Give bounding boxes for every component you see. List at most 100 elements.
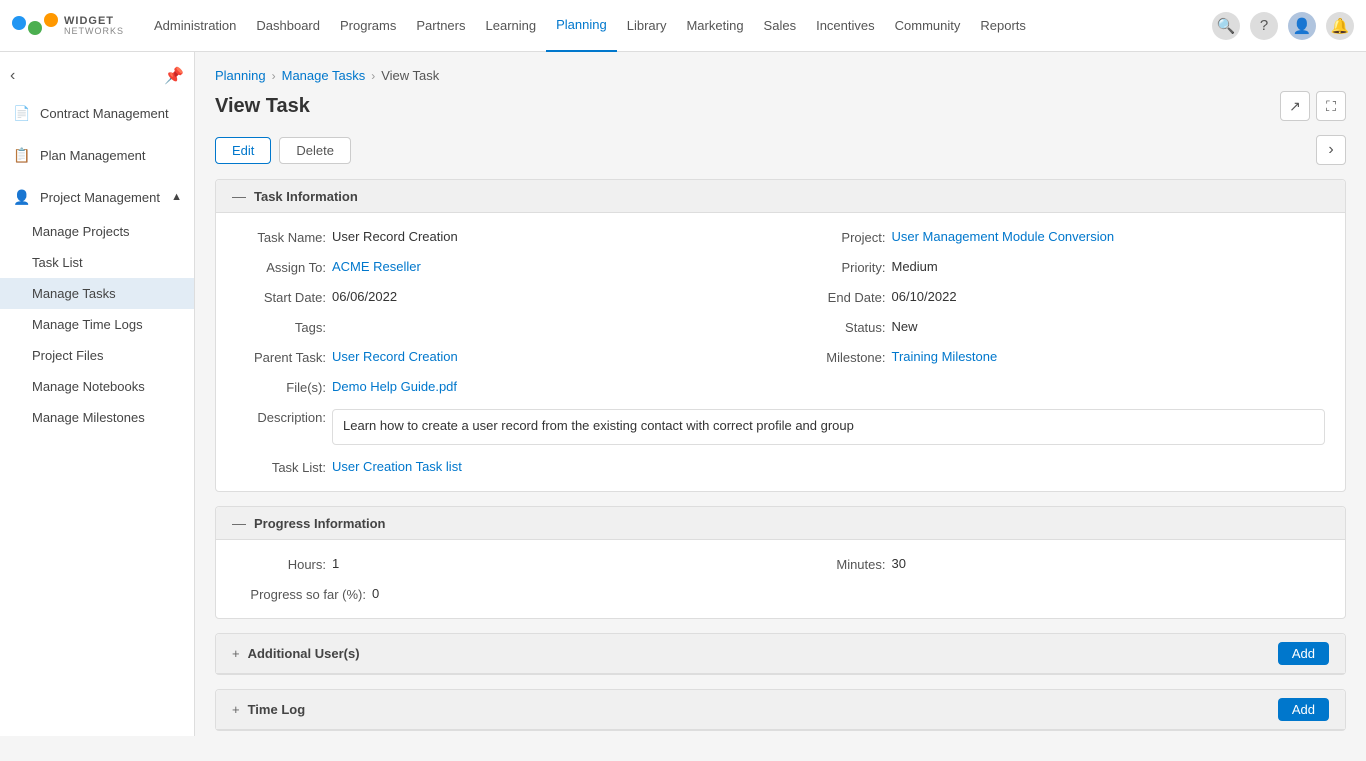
progress-info-title: Progress Information	[254, 516, 385, 531]
task-info-icon: —	[232, 188, 246, 204]
bell-icon[interactable]: 🔔	[1326, 12, 1354, 40]
tags-label: Tags:	[236, 319, 326, 335]
avatar[interactable]: 👤	[1288, 12, 1316, 40]
logo-circle-2	[28, 21, 42, 35]
nav-links: Administration Dashboard Programs Partne…	[144, 0, 1212, 52]
sidebar-item-contract-label: Contract Management	[40, 106, 169, 121]
logo-text-line1: WIDGET	[64, 15, 124, 27]
breadcrumb-manage-tasks[interactable]: Manage Tasks	[282, 68, 366, 83]
sidebar-item-manage-projects[interactable]: Manage Projects	[0, 216, 194, 247]
sidebar-item-manage-tasks[interactable]: Manage Tasks	[0, 278, 194, 309]
nav-library[interactable]: Library	[617, 0, 677, 52]
additional-users-title: Additional User(s)	[248, 646, 360, 661]
project-field: Project: User Management Module Conversi…	[796, 229, 1326, 245]
task-info-title: Task Information	[254, 189, 358, 204]
search-icon[interactable]: 🔍	[1212, 12, 1240, 40]
header-actions: ↗ ⛶	[1280, 91, 1346, 121]
parent-task-field: Parent Task: User Record Creation	[236, 349, 766, 365]
sidebar-top-actions: ‹ 📌	[0, 62, 194, 94]
sidebar-item-contract-management[interactable]: 📄 Contract Management	[0, 94, 194, 132]
files-value[interactable]: Demo Help Guide.pdf	[332, 379, 457, 394]
breadcrumb-sep-2: ›	[371, 69, 375, 83]
next-record-button[interactable]: ›	[1316, 135, 1346, 165]
external-link-button[interactable]: ↗	[1280, 91, 1310, 121]
task-list-value[interactable]: User Creation Task list	[332, 459, 462, 474]
action-bar: Edit Delete ›	[215, 135, 1346, 165]
nav-sales[interactable]: Sales	[754, 0, 807, 52]
nav-community[interactable]: Community	[885, 0, 971, 52]
description-label: Description:	[236, 409, 326, 425]
app-layout: ‹ 📌 📄 Contract Management 📋 Plan Managem…	[0, 52, 1366, 761]
assign-to-value[interactable]: ACME Reseller	[332, 259, 421, 274]
nav-partners[interactable]: Partners	[406, 0, 475, 52]
breadcrumb-planning[interactable]: Planning	[215, 68, 266, 83]
project-icon: 👤	[12, 187, 32, 207]
chevron-up-icon: ▲	[171, 191, 182, 203]
project-label: Project:	[796, 229, 886, 245]
task-name-label: Task Name:	[236, 229, 326, 245]
time-log-title: Time Log	[248, 702, 306, 717]
additional-users-card: + Additional User(s) Add	[215, 633, 1346, 675]
expand-button[interactable]: ⛶	[1316, 91, 1346, 121]
breadcrumb-view-task: View Task	[381, 68, 439, 83]
nav-planning[interactable]: Planning	[546, 0, 617, 52]
progress-field: Progress so far (%): 0	[236, 586, 766, 602]
project-value[interactable]: User Management Module Conversion	[892, 229, 1115, 244]
nav-incentives[interactable]: Incentives	[806, 0, 885, 52]
help-icon[interactable]: ?	[1250, 12, 1278, 40]
progress-info-card-header: — Progress Information	[216, 507, 1345, 540]
sidebar-section-project: 👤 Project Management ▲ Manage Projects T…	[0, 178, 194, 433]
task-name-field: Task Name: User Record Creation	[236, 229, 766, 245]
assign-to-field: Assign To: ACME Reseller	[236, 259, 766, 275]
start-date-value: 06/06/2022	[332, 289, 397, 304]
sidebar-item-plan-management[interactable]: 📋 Plan Management	[0, 136, 194, 174]
progress-value: 0	[372, 586, 379, 601]
edit-button[interactable]: Edit	[215, 137, 271, 164]
nav-marketing[interactable]: Marketing	[676, 0, 753, 52]
logo-circle-1	[12, 16, 26, 30]
additional-users-add-button[interactable]: Add	[1278, 642, 1329, 665]
time-log-header-left: + Time Log	[232, 702, 305, 717]
progress-info-card: — Progress Information Hours: 1 Minutes:…	[215, 506, 1346, 619]
page-title: View Task	[215, 95, 310, 118]
sidebar-project-management-header[interactable]: 👤 Project Management ▲	[0, 178, 194, 216]
nav-administration[interactable]: Administration	[144, 0, 246, 52]
nav-dashboard[interactable]: Dashboard	[246, 0, 330, 52]
parent-task-value[interactable]: User Record Creation	[332, 349, 458, 364]
nav-reports[interactable]: Reports	[970, 0, 1036, 52]
milestone-value[interactable]: Training Milestone	[892, 349, 998, 364]
sidebar-project-label: Project Management	[40, 190, 160, 205]
logo: WIDGET NETWORKS	[12, 15, 124, 37]
sidebar-item-task-list[interactable]: Task List	[0, 247, 194, 278]
nav-learning[interactable]: Learning	[476, 0, 547, 52]
sidebar-pin-button[interactable]: 📌	[164, 66, 184, 86]
end-date-label: End Date:	[796, 289, 886, 305]
time-log-header: + Time Log Add	[216, 690, 1345, 730]
progress-info-grid: Hours: 1 Minutes: 30 Progress so far (%)…	[216, 540, 1345, 618]
minutes-label: Minutes:	[796, 556, 886, 572]
additional-users-expand-icon: +	[232, 646, 240, 661]
priority-label: Priority:	[796, 259, 886, 275]
sidebar-item-project-files[interactable]: Project Files	[0, 340, 194, 371]
sidebar-project-subitems: Manage Projects Task List Manage Tasks M…	[0, 216, 194, 433]
sidebar-item-manage-time-logs[interactable]: Manage Time Logs	[0, 309, 194, 340]
end-date-field: End Date: 06/10/2022	[796, 289, 1326, 305]
sidebar-item-manage-milestones[interactable]: Manage Milestones	[0, 402, 194, 433]
left-sidebar: ‹ 📌 📄 Contract Management 📋 Plan Managem…	[0, 52, 195, 736]
delete-button[interactable]: Delete	[279, 137, 351, 164]
nav-programs[interactable]: Programs	[330, 0, 406, 52]
milestone-field: Milestone: Training Milestone	[796, 349, 1326, 365]
sidebar-item-manage-notebooks[interactable]: Manage Notebooks	[0, 371, 194, 402]
breadcrumb: Planning › Manage Tasks › View Task	[215, 68, 1346, 83]
status-value: New	[892, 319, 918, 334]
progress-label: Progress so far (%):	[236, 586, 366, 602]
minutes-field: Minutes: 30	[796, 556, 1326, 572]
start-date-field: Start Date: 06/06/2022	[236, 289, 766, 305]
task-name-value: User Record Creation	[332, 229, 458, 244]
sidebar-back-button[interactable]: ‹	[10, 67, 15, 85]
time-log-add-button[interactable]: Add	[1278, 698, 1329, 721]
tags-field: Tags:	[236, 319, 766, 335]
logo-text-line2: NETWORKS	[64, 27, 124, 37]
additional-users-header-left: + Additional User(s)	[232, 646, 360, 661]
plan-icon: 📋	[12, 145, 32, 165]
